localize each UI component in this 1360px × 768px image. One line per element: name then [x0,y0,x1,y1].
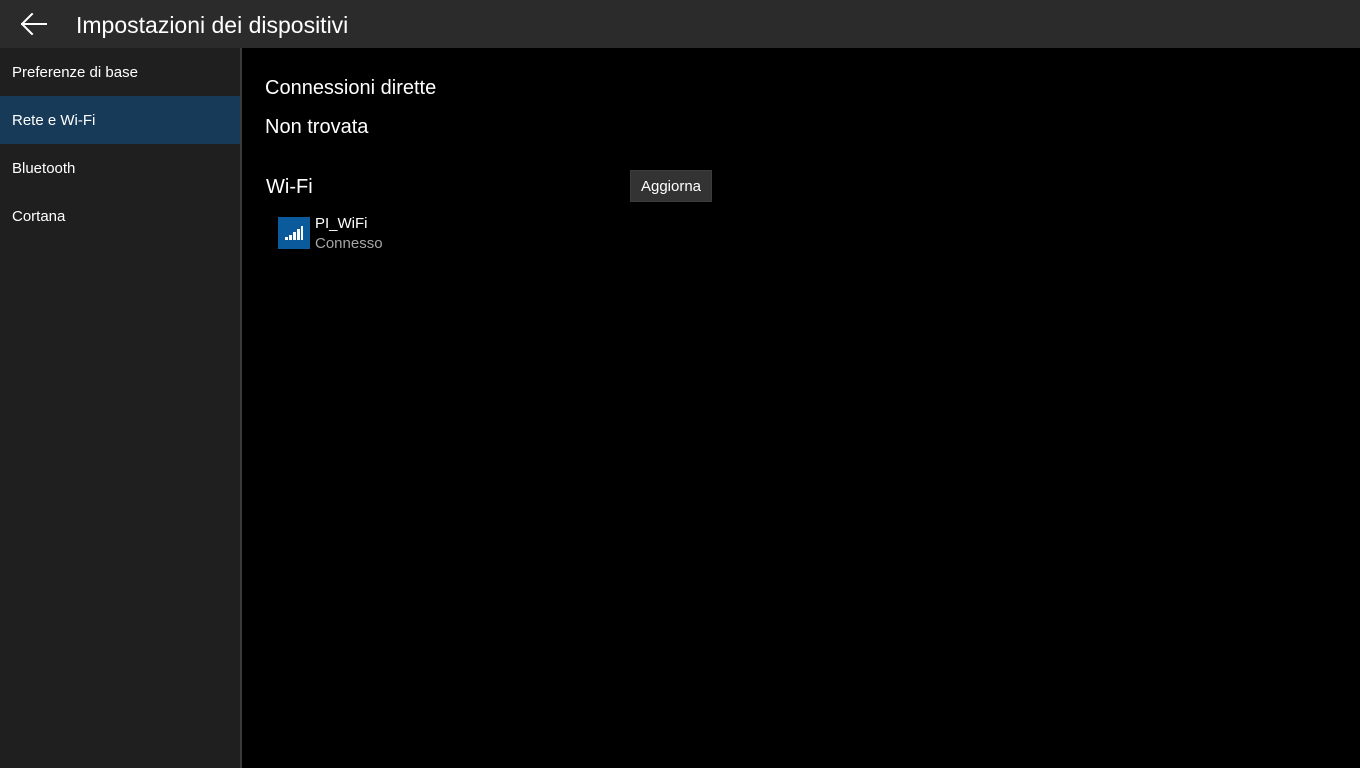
wifi-network-text: PI_WiFi Connesso [315,214,383,254]
direct-connections-title: Connessioni dirette [265,77,437,99]
wifi-network-name: PI_WiFi [315,215,368,232]
page-title: Impostazioni dei dispositivi [76,12,349,38]
refresh-button[interactable]: Aggiorna [630,170,712,202]
direct-connections-status: Non trovata [265,116,369,138]
sidebar-item-label: Rete e Wi-Fi [12,111,96,129]
sidebar-item-label: Cortana [12,207,66,225]
sidebar-item-rete-wifi[interactable]: Rete e Wi-Fi [0,96,240,144]
sidebar-item-bluetooth[interactable]: Bluetooth [0,144,240,192]
back-button[interactable] [10,6,58,42]
wifi-section-title: Wi-Fi [266,176,313,198]
wifi-signal-icon [285,226,303,240]
title-bar: Impostazioni dei dispositivi [0,0,1360,48]
wifi-network-tile [278,217,310,249]
sidebar-item-preferenze[interactable]: Preferenze di base [0,48,240,96]
sidebar-item-label: Bluetooth [12,159,76,177]
sidebar: Preferenze di base Rete e Wi-Fi Bluetoot… [0,48,240,768]
wifi-network-status: Connesso [315,235,383,252]
wifi-network-item[interactable]: PI_WiFi Connesso [278,214,598,254]
back-arrow-icon [21,13,47,35]
sidebar-item-cortana[interactable]: Cortana [0,192,240,240]
main-content: Connessioni dirette Non trovata Wi-Fi Ag… [242,48,1360,768]
sidebar-item-label: Preferenze di base [12,63,138,81]
